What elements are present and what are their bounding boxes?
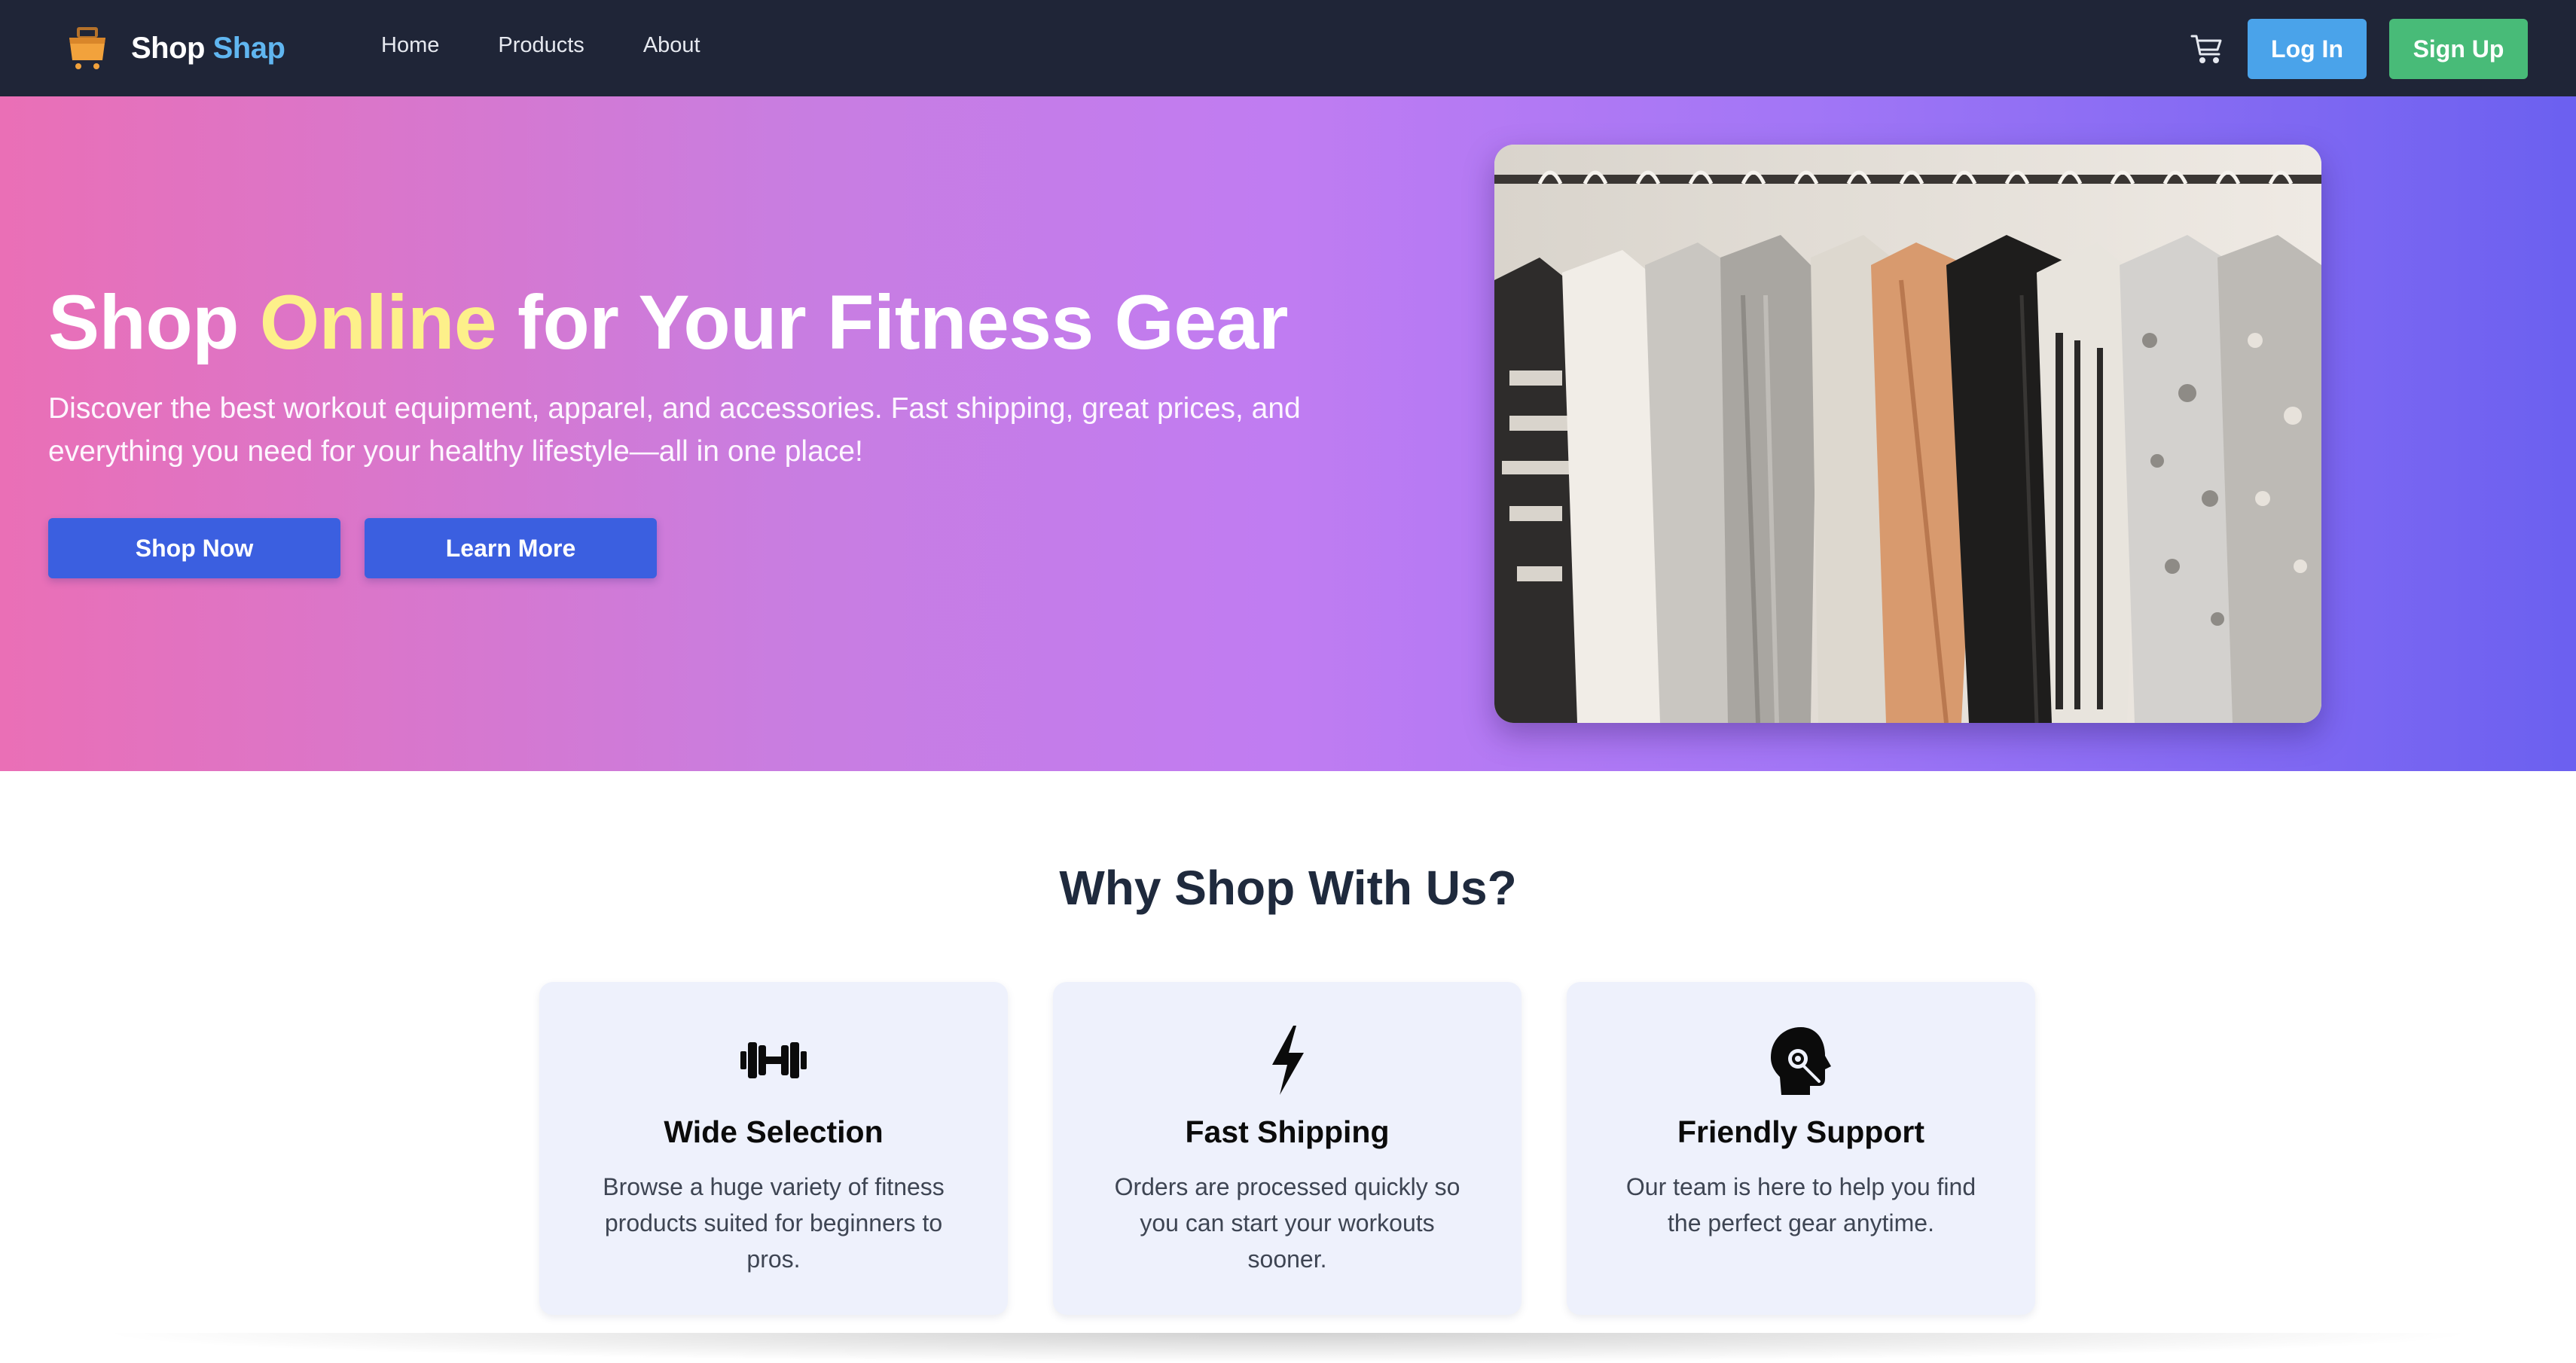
nav-link-products[interactable]: Products <box>498 33 584 58</box>
hero-subtitle: Discover the best workout equipment, app… <box>48 392 1301 468</box>
dumbbell-icon <box>740 1042 807 1078</box>
brand-name: Shop Shap <box>131 32 285 66</box>
clothing-rack-illustration <box>1494 145 2321 723</box>
feature-card-title: Fast Shipping <box>1185 1114 1390 1149</box>
feature-card-wide-selection: Wide Selection Browse a huge variety of … <box>539 982 1008 1315</box>
brand-name-part2: Shap <box>212 31 285 65</box>
shop-now-button[interactable]: Shop Now <box>48 518 340 578</box>
feature-card-text: Our team is here to help you find the pe… <box>1625 1173 1976 1236</box>
why-section-title: Why Shop With Us? <box>1059 861 1517 915</box>
feature-card-friendly-support: Friendly Support Our team is here to hel… <box>1567 982 2035 1315</box>
headset-support-icon <box>1771 1027 1831 1095</box>
learn-more-button[interactable]: Learn More <box>365 518 657 578</box>
brand[interactable]: Shop Shap <box>66 23 285 74</box>
nav-link-about[interactable]: About <box>643 33 700 58</box>
hero-title: Shop Online for Your Fitness Gear <box>48 279 1288 367</box>
shopping-cart-icon[interactable] <box>2189 30 2225 66</box>
hero-title-after: for Your Fitness Gear <box>496 279 1289 365</box>
main-nav: Home Products About <box>381 33 759 58</box>
feature-card-text: Browse a huge variety of fitness product… <box>603 1173 945 1273</box>
feature-card-text: Orders are processed quickly so you can … <box>1114 1173 1460 1273</box>
lightning-bolt-icon <box>1272 1026 1304 1095</box>
brand-name-part1: Shop <box>131 31 205 65</box>
signup-button[interactable]: Sign Up <box>2389 19 2528 79</box>
footer-edge-shadow <box>90 1333 2486 1363</box>
clothing-rack-photo <box>1494 145 2321 723</box>
hero-title-highlight: Online <box>259 279 497 365</box>
shopping-basket-icon <box>69 27 105 69</box>
feature-card-title: Wide Selection <box>664 1114 884 1149</box>
navbar: Shop Shap Home Products About Log In Sig… <box>0 0 2576 96</box>
nav-link-home[interactable]: Home <box>381 33 439 58</box>
hero-section: Shop Online for Your Fitness Gear Discov… <box>0 96 2576 771</box>
feature-card-title: Friendly Support <box>1677 1114 1924 1149</box>
feature-card-fast-shipping: Fast Shipping Orders are processed quick… <box>1053 982 1521 1315</box>
hero-title-before: Shop <box>48 279 260 365</box>
login-button[interactable]: Log In <box>2248 19 2367 79</box>
